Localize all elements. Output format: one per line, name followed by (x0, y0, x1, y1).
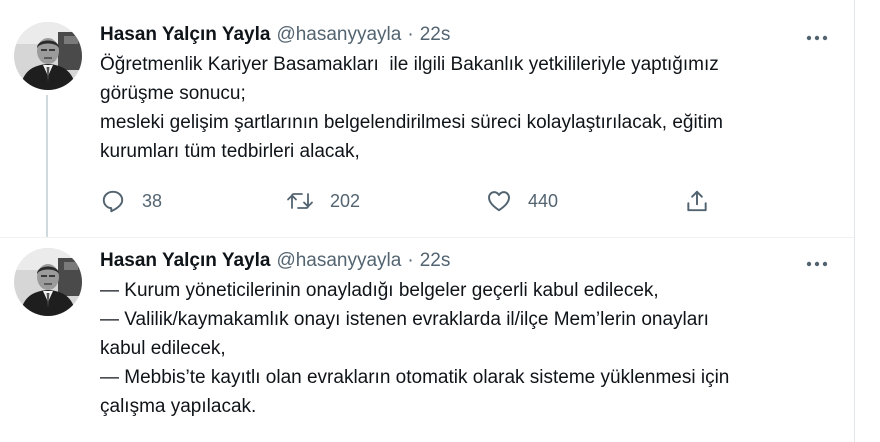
avatar[interactable] (14, 248, 82, 316)
tweet-text-line: çalışma yapılacak. (100, 396, 257, 417)
like-count: 440 (528, 190, 559, 211)
tweet-timestamp[interactable]: 22s (420, 24, 451, 46)
tweet-text-line: — Mebbis’te kayıtlı olan evrakların otom… (100, 367, 730, 388)
author-name[interactable]: Hasan Yalçın Yayla (100, 24, 270, 46)
tweet[interactable]: Hasan Yalçın Yayla @hasanyyayla · 22s — … (0, 237, 854, 442)
avatar-photo-icon (14, 248, 82, 316)
share-button[interactable] (684, 186, 710, 216)
like-button[interactable]: 440 (486, 186, 558, 216)
avatar[interactable] (14, 22, 82, 90)
avatar-photo-icon (14, 22, 82, 90)
tweet-text-line: görüşme sonucu; (100, 83, 246, 104)
tweet-header: Hasan Yalçın Yayla @hasanyyayla · 22s (100, 250, 450, 276)
header-separator: · (407, 250, 414, 271)
tweet-text: Öğretmenlik Kariyer Basamakları ile ilgi… (100, 50, 840, 166)
tweet-text-line: Öğretmenlik Kariyer Basamakları ile ilgi… (100, 54, 719, 75)
more-options-icon (806, 261, 828, 267)
tweet-text-line: kurumları tüm tedbirleri alacak, (100, 141, 360, 162)
author-handle[interactable]: @hasanyyayla (276, 250, 401, 272)
retweet-count: 202 (330, 190, 361, 211)
tweet[interactable]: Hasan Yalçın Yayla @hasanyyayla · 22s Öğ… (0, 0, 854, 237)
reply-button[interactable]: 38 (100, 186, 162, 216)
author-handle[interactable]: @hasanyyayla (276, 24, 401, 46)
thread-connector (46, 95, 48, 237)
like-icon (488, 191, 510, 212)
column-divider (854, 0, 855, 442)
header-separator: · (407, 24, 414, 45)
tweet-timestamp[interactable]: 22s (420, 250, 451, 272)
tweet-text-line: mesleki gelişim şartlarının belgelendiri… (100, 112, 724, 133)
tweet-header: Hasan Yalçın Yayla @hasanyyayla · 22s (100, 24, 450, 50)
tweet-thread: Hasan Yalçın Yayla @hasanyyayla · 22s Öğ… (0, 0, 880, 442)
share-icon (687, 190, 707, 212)
more-options-icon (806, 35, 828, 41)
tweet-text-line: — Kurum yöneticilerinin onayladığı belge… (100, 280, 659, 301)
retweet-button[interactable]: 202 (286, 186, 360, 216)
reply-count: 38 (142, 190, 163, 211)
more-options-button[interactable] (804, 28, 830, 48)
reply-icon (102, 190, 124, 213)
tweet-text: — Kurum yöneticilerinin onayladığı belge… (100, 276, 840, 421)
author-name[interactable]: Hasan Yalçın Yayla (100, 250, 270, 272)
tweet-text-line: — Valilik/kaymakamlık onayı istenen evra… (100, 309, 709, 330)
more-options-button[interactable] (804, 254, 830, 274)
tweet-actions: 38 202 440 (100, 186, 730, 216)
retweet-icon (287, 193, 313, 209)
tweet-text-line: kabul edilecek, (100, 338, 226, 359)
